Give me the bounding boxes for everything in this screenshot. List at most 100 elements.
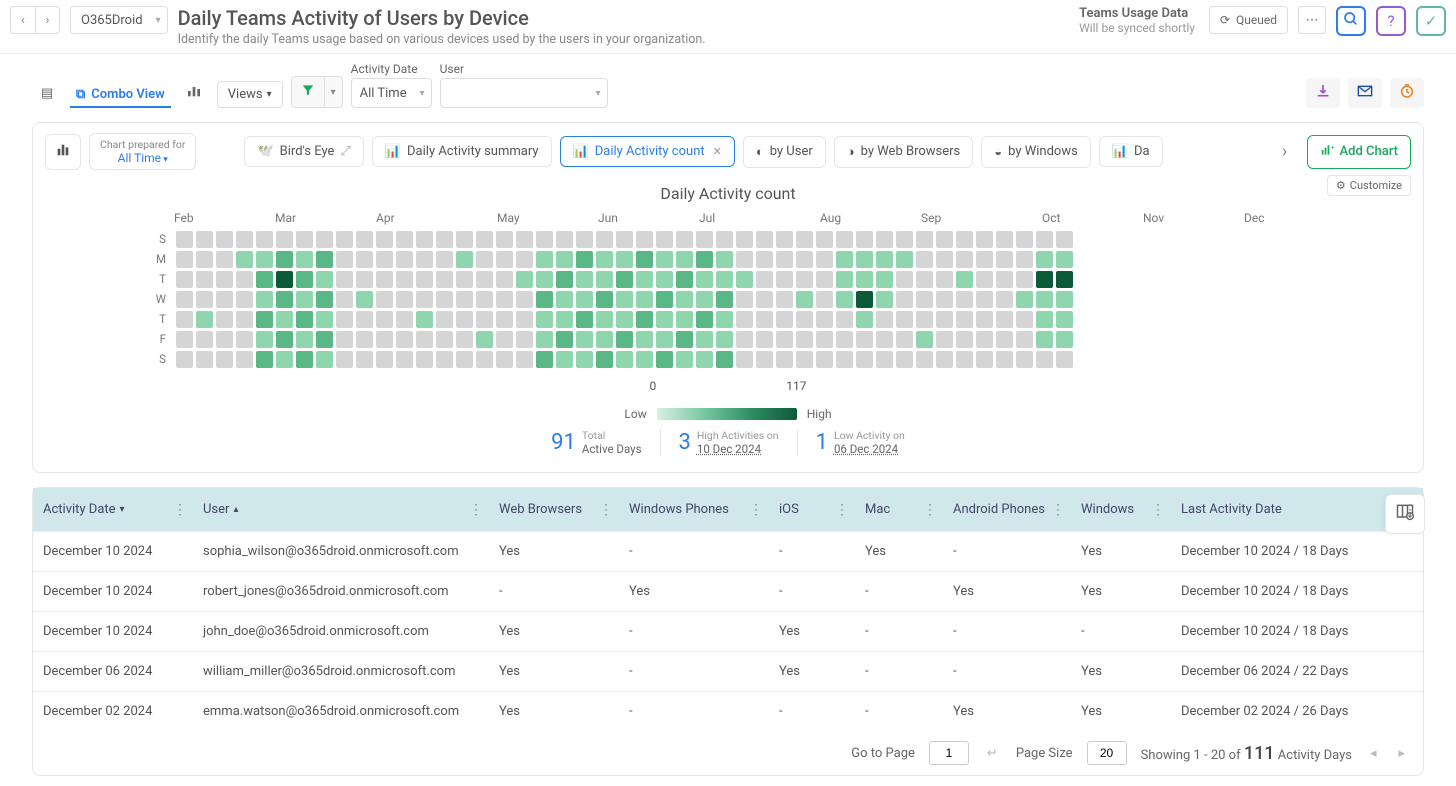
heatmap-cell[interactable]	[636, 271, 653, 288]
heatmap-cell[interactable]	[176, 351, 193, 368]
chart-tab-6[interactable]: 📊Da	[1099, 136, 1163, 167]
filter-button[interactable]	[292, 77, 324, 107]
heatmap-cell[interactable]	[176, 291, 193, 308]
heatmap-cell[interactable]	[436, 251, 453, 268]
heatmap-cell[interactable]	[276, 291, 293, 308]
heatmap-cell[interactable]	[176, 311, 193, 328]
heatmap-cell[interactable]	[776, 231, 793, 248]
heatmap-cell[interactable]	[1016, 231, 1033, 248]
heatmap-cell[interactable]	[876, 351, 893, 368]
heatmap-cell[interactable]	[756, 331, 773, 348]
heatmap-cell[interactable]	[736, 231, 753, 248]
heatmap-cell[interactable]	[916, 351, 933, 368]
search-button[interactable]	[1336, 6, 1366, 36]
heatmap-cell[interactable]	[456, 291, 473, 308]
page-next-button[interactable]: ▸	[1394, 746, 1409, 761]
heatmap-cell[interactable]	[296, 351, 313, 368]
heatmap-cell[interactable]	[796, 231, 813, 248]
heatmap-cell[interactable]	[736, 251, 753, 268]
heatmap-cell[interactable]	[696, 271, 713, 288]
heatmap-cell[interactable]	[556, 351, 573, 368]
heatmap-cell[interactable]	[516, 291, 533, 308]
heatmap-cell[interactable]	[276, 351, 293, 368]
heatmap-cell[interactable]	[1016, 291, 1033, 308]
views-dropdown[interactable]: Views ▾	[217, 81, 283, 108]
stat-label-2[interactable]: 10 Dec 2024	[697, 442, 779, 456]
heatmap-cell[interactable]	[656, 271, 673, 288]
tenant-dropdown[interactable]: O365Droid	[70, 6, 168, 34]
chart-tab-2[interactable]: 📊Daily Activity count✕	[560, 136, 735, 167]
heatmap-cell[interactable]	[236, 331, 253, 348]
col-menu-icon[interactable]: ⋮	[1051, 502, 1065, 518]
heatmap-cell[interactable]	[1016, 251, 1033, 268]
combo-view-button[interactable]: ⧉ Combo View	[70, 83, 171, 108]
heatmap-cell[interactable]	[576, 351, 593, 368]
table-row[interactable]: December 02 2024emma.watson@o365droid.on…	[33, 691, 1423, 731]
heatmap-cell[interactable]	[236, 271, 253, 288]
page-prev-button[interactable]: ◂	[1366, 746, 1381, 761]
heatmap-cell[interactable]	[436, 351, 453, 368]
heatmap-cell[interactable]	[276, 231, 293, 248]
heatmap-cell[interactable]	[636, 291, 653, 308]
heatmap-cell[interactable]	[656, 291, 673, 308]
heatmap-cell[interactable]	[496, 331, 513, 348]
heatmap-cell[interactable]	[1036, 271, 1053, 288]
heatmap-cell[interactable]	[296, 311, 313, 328]
heatmap-cell[interactable]	[696, 231, 713, 248]
col-header-win[interactable]: Windows⋮	[1071, 488, 1171, 531]
heatmap-cell[interactable]	[936, 311, 953, 328]
col-menu-icon[interactable]: ⋮	[923, 502, 937, 518]
col-header-wb[interactable]: Web Browsers⋮	[489, 488, 619, 531]
col-header-wp[interactable]: Windows Phones⋮	[619, 488, 769, 531]
heatmap-cell[interactable]	[496, 271, 513, 288]
chart-type-button[interactable]	[45, 134, 81, 170]
heatmap-cell[interactable]	[396, 331, 413, 348]
queued-button[interactable]: ⟳ Queued	[1209, 6, 1288, 34]
heatmap-cell[interactable]	[676, 271, 693, 288]
heatmap-cell[interactable]	[676, 291, 693, 308]
heatmap-cell[interactable]	[896, 311, 913, 328]
heatmap-cell[interactable]	[956, 311, 973, 328]
heatmap-cell[interactable]	[956, 231, 973, 248]
check-button[interactable]: ✓	[1416, 6, 1446, 36]
col-header-user[interactable]: User ▴⋮	[193, 488, 489, 531]
download-button[interactable]	[1306, 78, 1340, 108]
heatmap-cell[interactable]	[296, 331, 313, 348]
heatmap-cell[interactable]	[1036, 251, 1053, 268]
heatmap-cell[interactable]	[616, 311, 633, 328]
heatmap-cell[interactable]	[916, 331, 933, 348]
heatmap-cell[interactable]	[816, 231, 833, 248]
heatmap-cell[interactable]	[956, 291, 973, 308]
activity-date-select[interactable]: All Time	[351, 78, 432, 108]
heatmap-cell[interactable]	[596, 331, 613, 348]
email-button[interactable]	[1348, 78, 1382, 108]
heatmap-cell[interactable]	[796, 251, 813, 268]
heatmap-cell[interactable]	[336, 291, 353, 308]
heatmap-cell[interactable]	[716, 291, 733, 308]
heatmap-cell[interactable]	[256, 351, 273, 368]
heatmap-cell[interactable]	[616, 251, 633, 268]
heatmap-cell[interactable]	[1036, 311, 1053, 328]
heatmap-cell[interactable]	[236, 291, 253, 308]
heatmap-cell[interactable]	[376, 251, 393, 268]
heatmap-cell[interactable]	[376, 331, 393, 348]
heatmap-cell[interactable]	[836, 351, 853, 368]
heatmap-cell[interactable]	[756, 251, 773, 268]
heatmap-cell[interactable]	[536, 291, 553, 308]
heatmap-cell[interactable]	[576, 291, 593, 308]
chart-tab-5[interactable]: ◒by Windows	[981, 136, 1091, 168]
help-button[interactable]: ?	[1376, 6, 1406, 36]
heatmap-cell[interactable]	[476, 311, 493, 328]
heatmap-cell[interactable]	[796, 351, 813, 368]
heatmap-cell[interactable]	[556, 271, 573, 288]
goto-page-input[interactable]	[929, 741, 969, 765]
heatmap-cell[interactable]	[376, 311, 393, 328]
heatmap-cell[interactable]	[356, 291, 373, 308]
heatmap-cell[interactable]	[796, 331, 813, 348]
heatmap-cell[interactable]	[336, 231, 353, 248]
heatmap-cell[interactable]	[676, 331, 693, 348]
table-row[interactable]: December 06 2024william_miller@o365droid…	[33, 651, 1423, 691]
customize-button[interactable]: ⚙ Customize	[1327, 175, 1411, 196]
heatmap-cell[interactable]	[1056, 311, 1073, 328]
heatmap-cell[interactable]	[536, 351, 553, 368]
